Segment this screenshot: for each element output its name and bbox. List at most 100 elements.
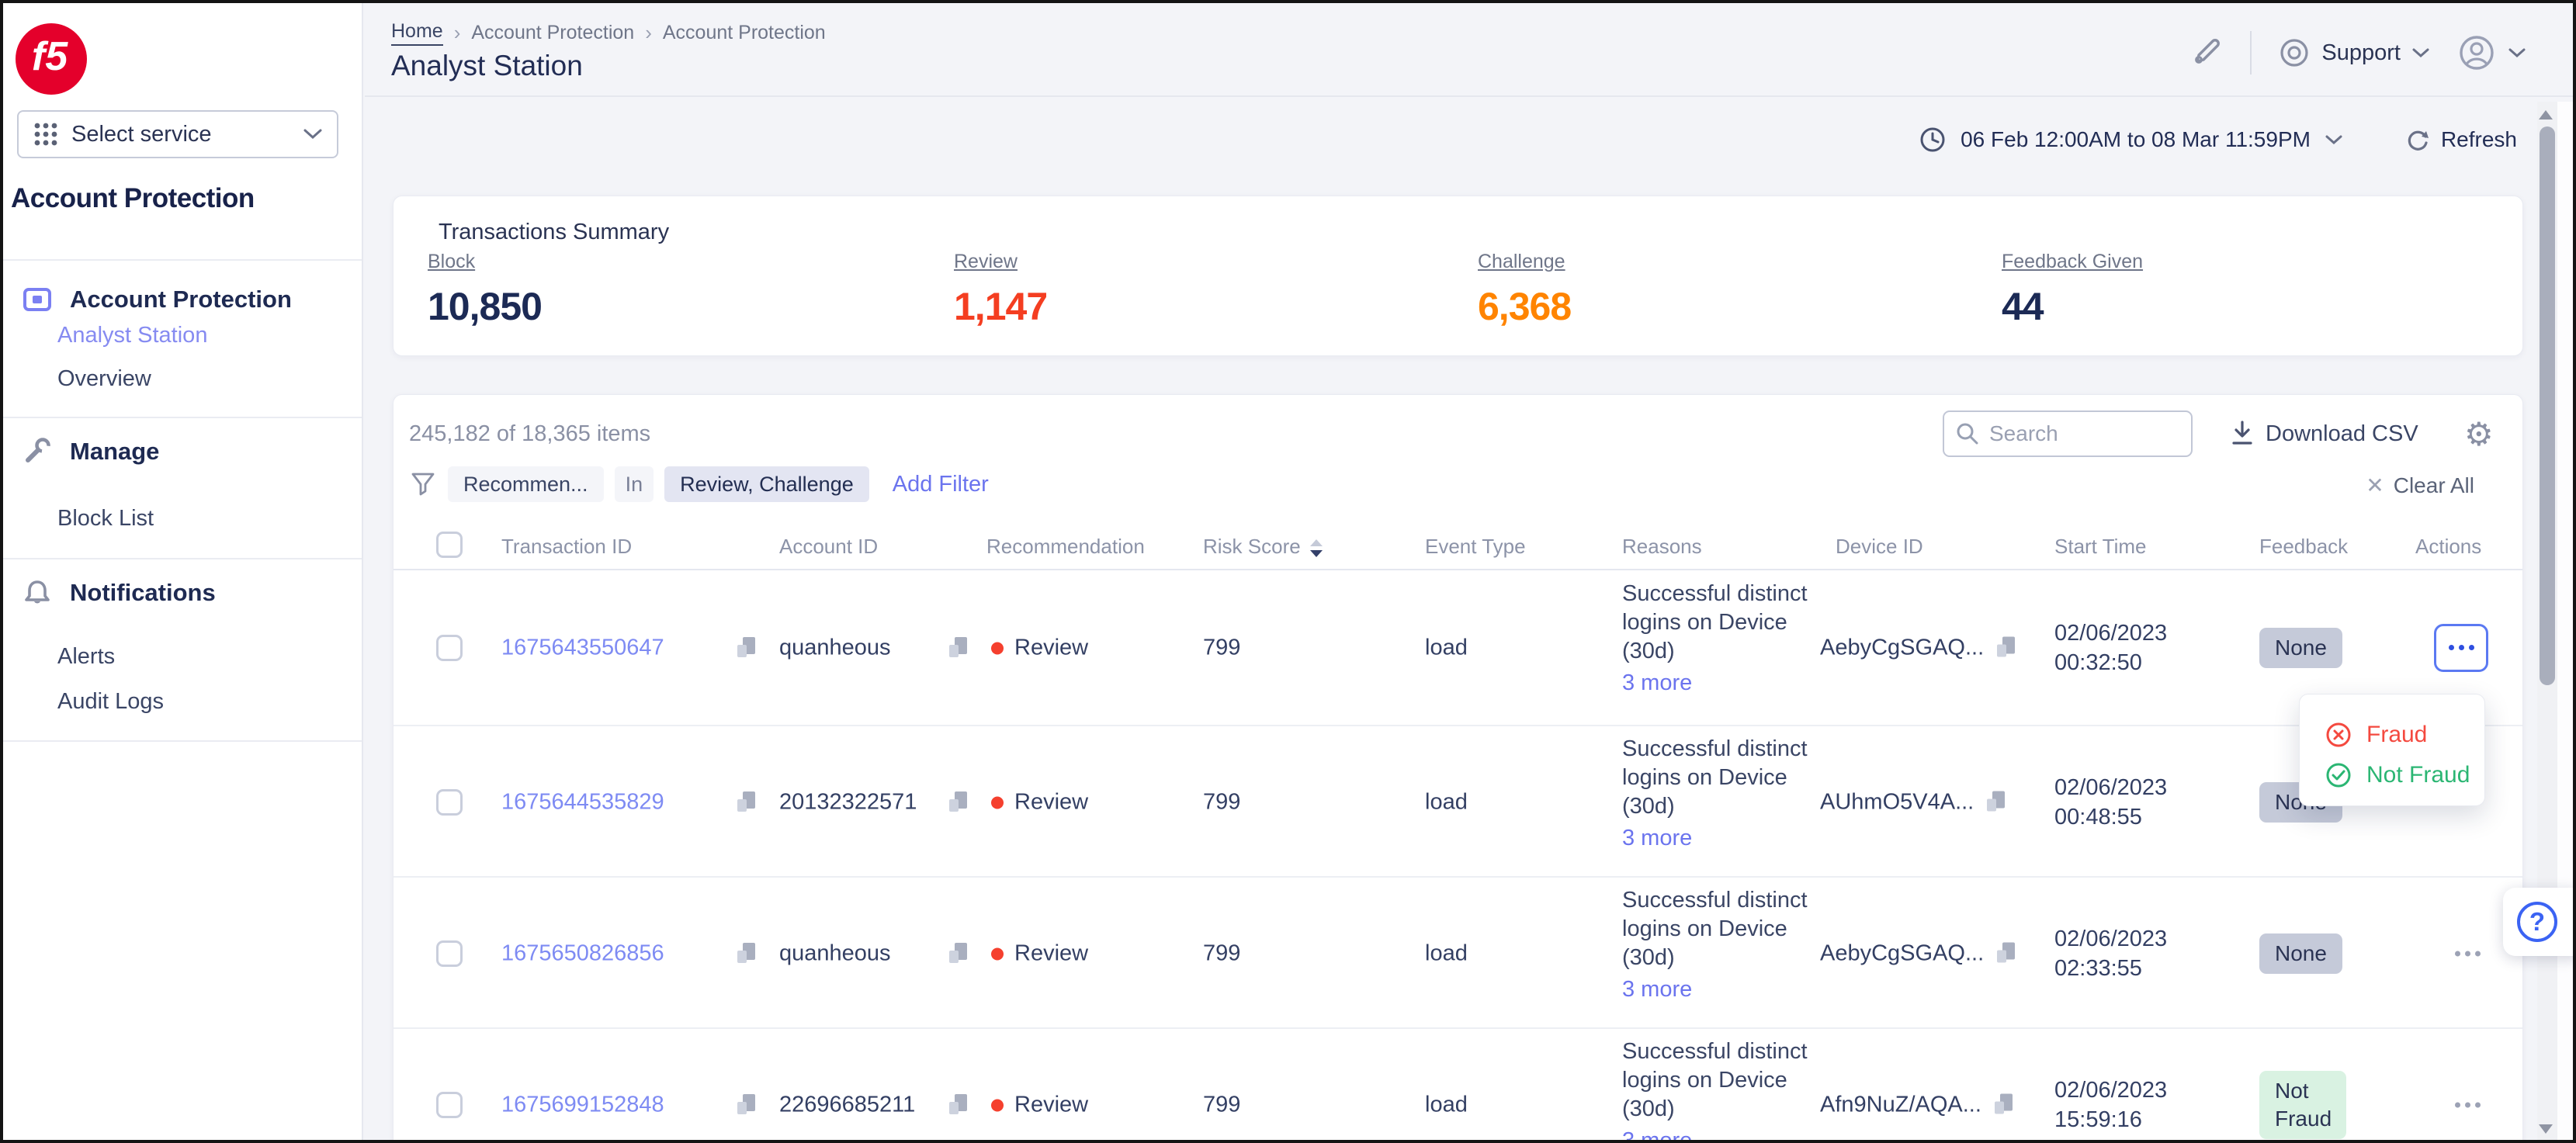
account-id: 20132322571 bbox=[779, 789, 917, 815]
support-menu[interactable]: Support bbox=[2278, 36, 2430, 69]
scroll-up-arrow-icon[interactable] bbox=[2539, 110, 2553, 119]
search-input[interactable] bbox=[1989, 421, 2160, 446]
sidebar-section-account-protection: Account Protection bbox=[3, 264, 362, 315]
col-transaction-id[interactable]: Transaction ID bbox=[501, 535, 632, 559]
menu-item-not-fraud[interactable]: Not Fraud bbox=[2325, 755, 2484, 795]
sidebar-section-header[interactable]: Account Protection bbox=[3, 284, 362, 315]
copy-icon[interactable] bbox=[733, 636, 758, 660]
col-account-id[interactable]: Account ID bbox=[779, 535, 878, 559]
sidebar-section-label: Manage bbox=[70, 438, 159, 466]
col-actions[interactable]: Actions bbox=[2415, 535, 2481, 559]
copy-icon[interactable] bbox=[945, 790, 970, 815]
sidebar-section-header[interactable]: Manage bbox=[3, 436, 362, 467]
table-row[interactable]: 1675650826856 quanheous Review 799 load … bbox=[394, 878, 2522, 1029]
copy-icon[interactable] bbox=[1993, 636, 2018, 660]
pencil-icon[interactable] bbox=[2188, 35, 2224, 71]
row-checkbox[interactable] bbox=[436, 1092, 463, 1118]
copy-icon[interactable] bbox=[733, 790, 758, 815]
sidebar-section-header[interactable]: Notifications bbox=[3, 577, 362, 608]
service-selector[interactable]: Select service bbox=[17, 110, 338, 158]
table-row[interactable]: 1675643550647 quanheous Review 799 load … bbox=[394, 569, 2522, 726]
menu-item-fraud[interactable]: Fraud bbox=[2325, 715, 2484, 755]
chevron-down-icon[interactable] bbox=[2325, 134, 2343, 145]
more-reasons-link[interactable]: 3 more bbox=[1622, 826, 1833, 851]
filter-operator-chip[interactable]: In bbox=[615, 466, 654, 502]
more-reasons-link[interactable]: 3 more bbox=[1622, 1128, 1833, 1143]
copy-icon[interactable] bbox=[945, 941, 970, 966]
table-row[interactable]: 1675644535829 20132322571 Review 799 loa… bbox=[394, 726, 2522, 878]
breadcrumb-separator: › bbox=[645, 21, 652, 45]
metric-challenge-label[interactable]: Challenge bbox=[1478, 251, 1571, 273]
recommendation-dot bbox=[991, 789, 1004, 815]
more-reasons-link[interactable]: 3 more bbox=[1622, 977, 1833, 1003]
row-checkbox[interactable] bbox=[436, 789, 463, 816]
copy-icon[interactable] bbox=[1983, 790, 2008, 815]
sidebar-section-label: Account Protection bbox=[70, 286, 292, 313]
filter-field-chip[interactable]: Recommen... bbox=[448, 466, 604, 502]
not-fraud-icon bbox=[2325, 761, 2352, 789]
user-menu[interactable] bbox=[2456, 33, 2526, 73]
sidebar-item-audit-logs[interactable]: Audit Logs bbox=[57, 689, 164, 715]
transaction-id-link[interactable]: 1675644535829 bbox=[501, 789, 664, 815]
filter-value-chip[interactable]: Review, Challenge bbox=[664, 466, 869, 502]
scroll-down-arrow-icon[interactable] bbox=[2539, 1124, 2553, 1134]
clear-all-button[interactable]: ✕ Clear All bbox=[2366, 473, 2474, 498]
bell-icon bbox=[22, 577, 53, 608]
copy-icon[interactable] bbox=[1991, 1093, 2016, 1117]
sidebar-section-manage: Manage bbox=[3, 436, 362, 467]
row-actions-button[interactable] bbox=[2455, 1102, 2481, 1107]
metric-review-label[interactable]: Review bbox=[954, 251, 1047, 273]
sidebar-item-analyst-station[interactable]: Analyst Station bbox=[57, 323, 207, 348]
transaction-id-link[interactable]: 1675650826856 bbox=[501, 940, 664, 966]
user-avatar-icon bbox=[2456, 33, 2497, 73]
copy-icon[interactable] bbox=[945, 1093, 970, 1117]
table-row[interactable]: 1675699152848 22696685211 Review 799 loa… bbox=[394, 1029, 2522, 1143]
col-event-type[interactable]: Event Type bbox=[1425, 535, 1526, 559]
transaction-id-link[interactable]: 1675643550647 bbox=[501, 635, 664, 660]
select-all-checkbox[interactable] bbox=[436, 532, 463, 558]
search-box[interactable] bbox=[1943, 410, 2193, 457]
date-range-row: 06 Feb 12:00AM to 08 Mar 11:59PM Refresh bbox=[1919, 126, 2517, 154]
fraud-label: Fraud bbox=[2366, 722, 2427, 748]
breadcrumb-account-protection[interactable]: Account Protection bbox=[471, 22, 634, 44]
more-reasons-link[interactable]: 3 more bbox=[1622, 670, 1833, 696]
refresh-button[interactable]: Refresh bbox=[2404, 126, 2517, 154]
metric-block-label[interactable]: Block bbox=[428, 251, 542, 273]
start-time: 02/06/2023 00:32:50 bbox=[2054, 618, 2214, 677]
row-action-menu: Fraud Not Fraud bbox=[2299, 694, 2485, 806]
device-id: AUhmO5V4A... bbox=[1820, 789, 1974, 815]
row-checkbox[interactable] bbox=[436, 940, 463, 967]
help-tab[interactable]: ? bbox=[2503, 888, 2576, 956]
col-recommendation[interactable]: Recommendation bbox=[986, 535, 1145, 559]
breadcrumb-home[interactable]: Home bbox=[391, 20, 443, 46]
scrollbar-thumb[interactable] bbox=[2540, 126, 2555, 685]
col-start-time[interactable]: Start Time bbox=[2054, 535, 2146, 559]
gear-icon[interactable]: ⚙ bbox=[2464, 415, 2494, 453]
sidebar-item-overview[interactable]: Overview bbox=[57, 366, 151, 392]
col-device-id[interactable]: Device ID bbox=[1836, 535, 1923, 559]
row-checkbox[interactable] bbox=[436, 635, 463, 661]
add-filter-link[interactable]: Add Filter bbox=[893, 472, 989, 497]
sort-descending-icon[interactable] bbox=[1310, 539, 1323, 557]
copy-icon[interactable] bbox=[733, 941, 758, 966]
transaction-id-link[interactable]: 1675699152848 bbox=[501, 1092, 664, 1117]
col-feedback[interactable]: Feedback bbox=[2259, 535, 2348, 559]
metric-feedback-given: Feedback Given 44 bbox=[2002, 251, 2143, 329]
row-actions-button[interactable] bbox=[2455, 951, 2481, 956]
device-id: AebyCgSGAQ... bbox=[1820, 940, 1984, 966]
reasons-text: Successful distinct logins on Device (30… bbox=[1622, 886, 1833, 972]
col-risk-score[interactable]: Risk Score bbox=[1203, 535, 1323, 559]
breadcrumb-account-protection-2[interactable]: Account Protection bbox=[663, 22, 826, 44]
copy-icon[interactable] bbox=[945, 636, 970, 660]
row-actions-button[interactable] bbox=[2434, 624, 2488, 672]
download-csv-button[interactable]: Download CSV bbox=[2230, 420, 2418, 448]
col-reasons[interactable]: Reasons bbox=[1622, 535, 1702, 559]
copy-icon[interactable] bbox=[1993, 941, 2018, 966]
f5-logo-text: f5 bbox=[32, 33, 68, 80]
sidebar-item-alerts[interactable]: Alerts bbox=[57, 644, 115, 670]
date-range-value[interactable]: 06 Feb 12:00AM to 08 Mar 11:59PM bbox=[1961, 127, 2311, 152]
support-label: Support bbox=[2321, 40, 2401, 66]
sidebar-item-block-list[interactable]: Block List bbox=[57, 506, 154, 532]
metric-feedback-given-label[interactable]: Feedback Given bbox=[2002, 251, 2143, 273]
copy-icon[interactable] bbox=[733, 1093, 758, 1117]
